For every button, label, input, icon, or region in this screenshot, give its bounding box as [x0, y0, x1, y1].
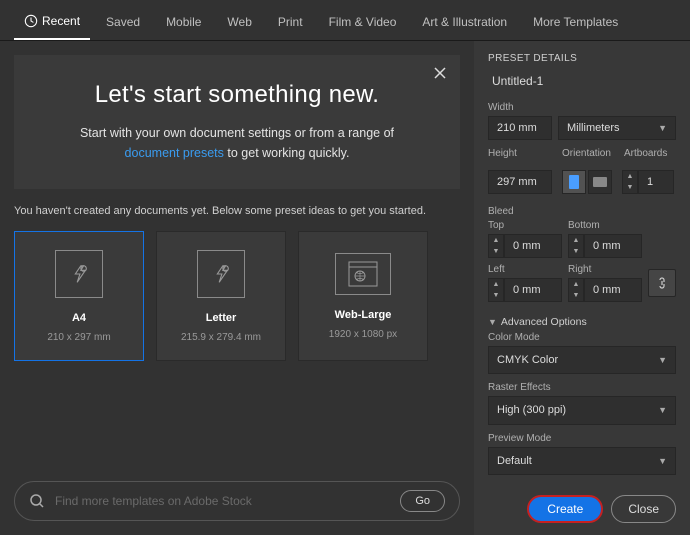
- preview-label: Preview Mode: [488, 433, 676, 444]
- bleed-right-stepper[interactable]: ▲▼: [568, 278, 584, 302]
- tab-saved[interactable]: Saved: [96, 8, 150, 40]
- orientation-portrait-button[interactable]: [562, 170, 586, 194]
- category-tabs: Recent Saved Mobile Web Print Film & Vid…: [0, 0, 690, 41]
- tab-label: Recent: [42, 14, 80, 28]
- height-label: Height: [488, 148, 552, 159]
- tab-label: More Templates: [533, 15, 618, 29]
- close-icon[interactable]: [432, 65, 448, 81]
- artboards-input[interactable]: 1: [638, 170, 674, 194]
- tab-label: Print: [278, 15, 303, 29]
- chevron-down-icon: ▼: [658, 123, 667, 133]
- document-name[interactable]: Untitled-1: [488, 74, 676, 88]
- chevron-down-icon: ▼: [658, 355, 667, 365]
- bleed-top-input[interactable]: 0 mm: [504, 234, 562, 258]
- chevron-down-icon: ▼: [658, 456, 667, 466]
- width-input[interactable]: 210 mm: [488, 116, 552, 140]
- bleed-label: Bleed: [488, 206, 676, 217]
- bleed-left-label: Left: [488, 264, 562, 275]
- preset-title: Web-Large: [335, 309, 392, 321]
- bleed-bottom-label: Bottom: [568, 220, 642, 231]
- preset-title: Letter: [206, 312, 237, 324]
- search-input[interactable]: [55, 494, 390, 508]
- width-label: Width: [488, 102, 676, 113]
- hero-banner: Let's start something new. Start with yo…: [14, 55, 460, 189]
- search-bar: Go: [14, 481, 460, 521]
- preset-list: A4 210 x 297 mm Letter 215.9 x 279.4 mm …: [14, 231, 460, 361]
- tab-more[interactable]: More Templates: [523, 8, 628, 40]
- tab-art[interactable]: Art & Illustration: [412, 8, 517, 40]
- document-icon: [197, 250, 245, 298]
- recent-message: You haven't created any documents yet. B…: [14, 205, 460, 217]
- bleed-left-input[interactable]: 0 mm: [504, 278, 562, 302]
- hero-title: Let's start something new.: [38, 81, 436, 109]
- height-input[interactable]: 297 mm: [488, 170, 552, 194]
- preset-letter[interactable]: Letter 215.9 x 279.4 mm: [156, 231, 286, 361]
- link-icon: [656, 276, 668, 290]
- tab-film[interactable]: Film & Video: [319, 8, 407, 40]
- chevron-down-icon: ▼: [488, 317, 497, 327]
- preset-sub: 215.9 x 279.4 mm: [181, 332, 261, 343]
- search-icon: [29, 493, 45, 509]
- orientation-landscape-button[interactable]: [588, 170, 612, 194]
- tab-recent[interactable]: Recent: [14, 8, 90, 40]
- raster-label: Raster Effects: [488, 382, 676, 393]
- tab-label: Art & Illustration: [422, 15, 507, 29]
- bleed-right-label: Right: [568, 264, 642, 275]
- preset-sub: 1920 x 1080 px: [329, 329, 397, 340]
- panel-header: PRESET DETAILS: [488, 53, 676, 64]
- document-presets-link[interactable]: document presets: [125, 146, 224, 160]
- bleed-bottom-input[interactable]: 0 mm: [584, 234, 642, 258]
- preview-select[interactable]: Default▼: [488, 447, 676, 475]
- raster-select[interactable]: High (300 ppi)▼: [488, 396, 676, 424]
- left-panel: Let's start something new. Start with yo…: [0, 41, 474, 535]
- create-button[interactable]: Create: [527, 495, 603, 523]
- clock-icon: [24, 14, 38, 28]
- preset-sub: 210 x 297 mm: [47, 332, 110, 343]
- bleed-right-input[interactable]: 0 mm: [584, 278, 642, 302]
- tab-label: Saved: [106, 15, 140, 29]
- orientation-label: Orientation: [562, 148, 614, 159]
- link-bleed-button[interactable]: [648, 269, 676, 297]
- artboards-stepper[interactable]: ▲▼: [622, 170, 638, 194]
- advanced-options-toggle[interactable]: ▼ Advanced Options: [488, 316, 676, 328]
- preset-details-panel: PRESET DETAILS Untitled-1 Width 210 mm M…: [474, 41, 690, 535]
- tab-label: Web: [227, 15, 251, 29]
- tab-label: Film & Video: [329, 15, 397, 29]
- tab-web[interactable]: Web: [217, 8, 261, 40]
- close-button[interactable]: Close: [611, 495, 676, 523]
- hero-text: Start with your own document settings or…: [38, 123, 436, 163]
- artboards-label: Artboards: [624, 148, 676, 159]
- chevron-down-icon: ▼: [658, 405, 667, 415]
- go-button[interactable]: Go: [400, 490, 445, 512]
- color-mode-select[interactable]: CMYK Color▼: [488, 346, 676, 374]
- units-select[interactable]: Millimeters▼: [558, 116, 676, 140]
- preset-title: A4: [72, 312, 86, 324]
- bleed-bottom-stepper[interactable]: ▲▼: [568, 234, 584, 258]
- color-mode-label: Color Mode: [488, 332, 676, 343]
- tab-print[interactable]: Print: [268, 8, 313, 40]
- bleed-top-label: Top: [488, 220, 562, 231]
- tab-label: Mobile: [166, 15, 201, 29]
- preset-web-large[interactable]: Web-Large 1920 x 1080 px: [298, 231, 428, 361]
- tab-mobile[interactable]: Mobile: [156, 8, 211, 40]
- preset-a4[interactable]: A4 210 x 297 mm: [14, 231, 144, 361]
- bleed-left-stepper[interactable]: ▲▼: [488, 278, 504, 302]
- bleed-top-stepper[interactable]: ▲▼: [488, 234, 504, 258]
- document-icon: [55, 250, 103, 298]
- web-icon: [335, 253, 391, 295]
